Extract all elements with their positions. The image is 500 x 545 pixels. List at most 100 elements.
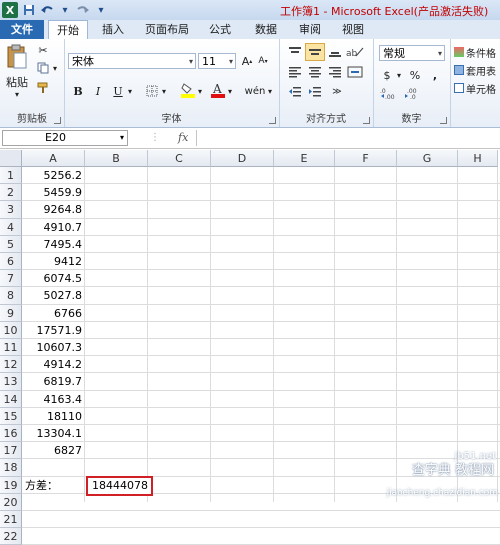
formula-input[interactable] [196, 130, 500, 146]
borders-icon[interactable] [144, 83, 160, 99]
fill-color-icon[interactable] [180, 81, 196, 99]
cell-a12[interactable]: 4914.2 [22, 356, 85, 373]
cell-a4[interactable]: 4910.7 [22, 219, 85, 236]
column-header-g[interactable]: G [397, 150, 458, 167]
column-header-f[interactable]: F [335, 150, 397, 167]
phonetic-icon[interactable]: wén [244, 83, 266, 99]
paste-icon[interactable] [4, 43, 30, 71]
tab-formulas[interactable]: 公式 [203, 20, 237, 39]
row-header-16[interactable]: 16 [0, 425, 22, 443]
cell-a6[interactable]: 9412 [22, 253, 85, 270]
tab-review[interactable]: 审阅 [293, 20, 327, 39]
increase-decimal-icon[interactable]: .0.00 [379, 87, 399, 101]
italic-button[interactable]: I [90, 83, 106, 99]
tab-view[interactable]: 视图 [336, 20, 370, 39]
copy-icon[interactable] [36, 61, 50, 75]
align-right-icon[interactable] [327, 65, 343, 79]
cell-a13[interactable]: 6819.7 [22, 373, 85, 390]
align-top-icon[interactable] [287, 45, 303, 59]
row-header-8[interactable]: 8 [0, 287, 22, 305]
row-header-20[interactable]: 20 [0, 493, 22, 511]
paste-button[interactable]: 粘贴 [2, 75, 32, 89]
worksheet-grid[interactable]: A B C D E F G H 1 2 3 4 5 6 7 8 9 10 11 12 13 14 15 16 17 18 19 20 2… [0, 150, 500, 545]
cell-a3[interactable]: 9264.8 [22, 201, 85, 218]
decrease-font-icon[interactable]: A ▾ [256, 53, 270, 69]
decrease-indent-icon[interactable] [287, 85, 303, 99]
row-header-13[interactable]: 13 [0, 373, 22, 391]
cell-a19-variance-label[interactable]: 方差： [25, 477, 58, 494]
column-header-b[interactable]: B [85, 150, 148, 167]
undo-dropdown-icon[interactable]: ▾ [58, 3, 72, 17]
font-size-select[interactable]: 11 ▾ [198, 53, 236, 69]
format-as-table-button[interactable]: 套用表 [454, 63, 500, 77]
cell-a17[interactable]: 6827 [22, 442, 85, 459]
column-header-a[interactable]: A [22, 150, 85, 167]
cell-a8[interactable]: 5027.8 [22, 287, 85, 304]
row-header-18[interactable]: 18 [0, 459, 22, 477]
align-bottom-icon[interactable] [327, 45, 343, 59]
row-header-12[interactable]: 12 [0, 356, 22, 374]
cell-a7[interactable]: 6074.5 [22, 270, 85, 287]
fill-color-dropdown-icon[interactable]: ▾ [196, 83, 204, 99]
tab-data[interactable]: 数据 [249, 20, 283, 39]
alignment-launcher-icon[interactable] [363, 117, 370, 124]
row-header-11[interactable]: 11 [0, 339, 22, 357]
cell-a15[interactable]: 18110 [22, 408, 85, 425]
underline-button[interactable]: U [110, 83, 126, 99]
wrap-text-icon[interactable]: ≫ [327, 85, 347, 99]
number-format-select[interactable]: 常规 ▾ [379, 45, 445, 61]
row-header-17[interactable]: 17 [0, 442, 22, 460]
row-header-14[interactable]: 14 [0, 390, 22, 408]
cell-a1[interactable]: 5256.2 [22, 167, 85, 184]
currency-dropdown-icon[interactable]: ▾ [395, 67, 403, 83]
decrease-decimal-icon[interactable]: .00.0 [403, 87, 423, 101]
column-header-e[interactable]: E [274, 150, 335, 167]
name-box[interactable]: E20 ▾ [2, 130, 128, 146]
cell-a5[interactable]: 7495.4 [22, 236, 85, 253]
row-header-21[interactable]: 21 [0, 511, 22, 529]
redo-icon[interactable] [76, 3, 90, 17]
column-header-c[interactable]: C [148, 150, 211, 167]
font-color-icon[interactable]: A [210, 81, 226, 99]
align-left-icon[interactable] [287, 65, 303, 79]
tab-insert[interactable]: 插入 [96, 20, 130, 39]
conditional-formatting-button[interactable]: 条件格 [454, 45, 500, 59]
currency-button[interactable]: $ [379, 67, 395, 83]
customize-qat-icon[interactable]: ▾ [94, 3, 108, 17]
percent-button[interactable]: % [407, 67, 423, 83]
orientation-icon[interactable]: ab [345, 45, 365, 59]
number-launcher-icon[interactable] [440, 117, 447, 124]
merge-center-icon[interactable] [345, 65, 365, 79]
undo-icon[interactable] [40, 3, 54, 17]
format-painter-icon[interactable] [36, 81, 50, 95]
insert-function-icon[interactable]: fx [178, 131, 188, 144]
cell-a11[interactable]: 10607.3 [22, 339, 85, 356]
select-all-corner[interactable] [0, 150, 22, 167]
font-name-select[interactable]: 宋体 ▾ [68, 53, 196, 69]
row-header-5[interactable]: 5 [0, 235, 22, 253]
row-header-19[interactable]: 19 [0, 476, 22, 494]
row-header-7[interactable]: 7 [0, 270, 22, 288]
borders-dropdown-icon[interactable]: ▾ [160, 83, 168, 99]
row-header-9[interactable]: 9 [0, 304, 22, 322]
save-icon[interactable] [22, 3, 36, 17]
row-header-4[interactable]: 4 [0, 218, 22, 236]
row-header-22[interactable]: 22 [0, 528, 22, 545]
align-middle-icon[interactable] [305, 43, 325, 61]
cell-a16[interactable]: 13304.1 [22, 425, 85, 442]
tab-file[interactable]: 文件 [0, 20, 44, 39]
cell-a10[interactable]: 17571.9 [22, 322, 85, 339]
bold-button[interactable]: B [70, 83, 86, 99]
copy-dropdown-icon[interactable]: ▾ [50, 61, 60, 75]
increase-indent-icon[interactable] [307, 85, 323, 99]
row-header-2[interactable]: 2 [0, 184, 22, 202]
font-launcher-icon[interactable] [269, 117, 276, 124]
paste-dropdown-icon[interactable]: ▾ [10, 89, 24, 99]
increase-font-icon[interactable]: A ▴ [240, 53, 254, 69]
font-color-dropdown-icon[interactable]: ▾ [226, 83, 234, 99]
cell-a2[interactable]: 5459.9 [22, 184, 85, 201]
cell-styles-button[interactable]: 单元格 [454, 81, 500, 95]
align-center-icon[interactable] [307, 65, 323, 79]
excel-logo-icon[interactable]: X [2, 2, 18, 18]
row-header-10[interactable]: 10 [0, 321, 22, 339]
